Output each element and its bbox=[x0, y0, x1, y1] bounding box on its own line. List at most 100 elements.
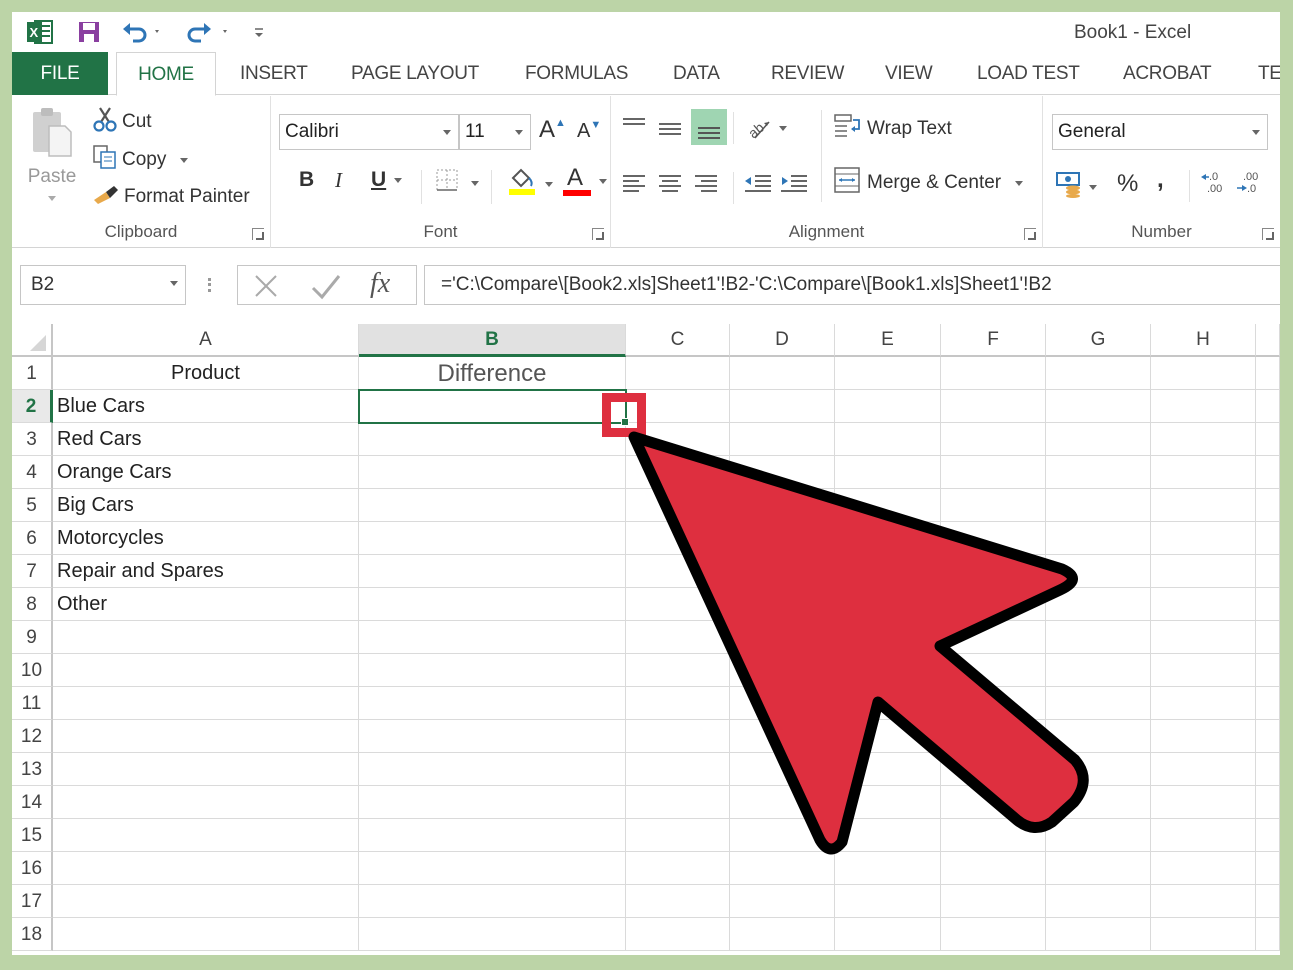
cell-a17[interactable] bbox=[53, 885, 359, 918]
decrease-indent-button[interactable] bbox=[743, 172, 773, 194]
cell-f5[interactable] bbox=[941, 489, 1046, 522]
cell-e12[interactable] bbox=[835, 720, 941, 753]
cell-h14[interactable] bbox=[1151, 786, 1256, 819]
merge-dropdown-icon[interactable] bbox=[1015, 180, 1024, 186]
cell-b13[interactable] bbox=[359, 753, 626, 786]
cell-e11[interactable] bbox=[835, 687, 941, 720]
cell-c11[interactable] bbox=[626, 687, 730, 720]
align-left-button[interactable] bbox=[621, 172, 647, 194]
shrink-font-button[interactable]: A ▼ bbox=[577, 119, 601, 143]
row-header-18[interactable]: 18 bbox=[12, 918, 53, 951]
cell-a8[interactable]: Other bbox=[53, 588, 359, 621]
cell-f4[interactable] bbox=[941, 456, 1046, 489]
cell-g12[interactable] bbox=[1046, 720, 1151, 753]
cell-a6[interactable]: Motorcycles bbox=[53, 522, 359, 555]
cut-button[interactable]: Cut bbox=[92, 106, 152, 138]
cell-c16[interactable] bbox=[626, 852, 730, 885]
cell-a16[interactable] bbox=[53, 852, 359, 885]
cell-i7[interactable] bbox=[1256, 555, 1280, 588]
cell-e7[interactable] bbox=[835, 555, 941, 588]
cell-a12[interactable] bbox=[53, 720, 359, 753]
cell-a13[interactable] bbox=[53, 753, 359, 786]
row-header-17[interactable]: 17 bbox=[12, 885, 53, 918]
enter-check-icon[interactable] bbox=[310, 272, 342, 305]
increase-indent-button[interactable] bbox=[779, 172, 809, 194]
cell-c17[interactable] bbox=[626, 885, 730, 918]
cell-b1[interactable]: Difference bbox=[359, 357, 626, 390]
cell-d9[interactable] bbox=[730, 621, 835, 654]
merge-center-button[interactable]: Merge & Center bbox=[833, 166, 1024, 200]
fill-color-button[interactable] bbox=[507, 166, 553, 202]
cell-g5[interactable] bbox=[1046, 489, 1151, 522]
customize-qat-icon[interactable] bbox=[250, 18, 268, 46]
column-header-c[interactable]: C bbox=[626, 324, 730, 357]
cell-c12[interactable] bbox=[626, 720, 730, 753]
cell-a5[interactable]: Big Cars bbox=[53, 489, 359, 522]
cell-f9[interactable] bbox=[941, 621, 1046, 654]
cell-f1[interactable] bbox=[941, 357, 1046, 390]
accounting-format-button[interactable] bbox=[1055, 170, 1097, 204]
cell-d7[interactable] bbox=[730, 555, 835, 588]
cell-c9[interactable] bbox=[626, 621, 730, 654]
cell-h5[interactable] bbox=[1151, 489, 1256, 522]
cell-f16[interactable] bbox=[941, 852, 1046, 885]
tab-view[interactable]: VIEW bbox=[885, 52, 933, 95]
cell-h4[interactable] bbox=[1151, 456, 1256, 489]
cell-a7[interactable]: Repair and Spares bbox=[53, 555, 359, 588]
column-header-f[interactable]: F bbox=[941, 324, 1046, 357]
orientation-button[interactable]: ab bbox=[745, 114, 787, 142]
cell-i5[interactable] bbox=[1256, 489, 1280, 522]
cell-c14[interactable] bbox=[626, 786, 730, 819]
cell-f8[interactable] bbox=[941, 588, 1046, 621]
cell-b14[interactable] bbox=[359, 786, 626, 819]
tab-review[interactable]: REVIEW bbox=[771, 52, 844, 95]
select-all-button[interactable] bbox=[12, 324, 53, 357]
cell-a15[interactable] bbox=[53, 819, 359, 852]
font-launcher-icon[interactable] bbox=[592, 228, 604, 240]
cell-b9[interactable] bbox=[359, 621, 626, 654]
align-center-button[interactable] bbox=[657, 172, 683, 194]
tab-formulas[interactable]: FORMULAS bbox=[525, 52, 628, 95]
column-header-a[interactable]: A bbox=[53, 324, 359, 357]
row-header-14[interactable]: 14 bbox=[12, 786, 53, 819]
cell-i13[interactable] bbox=[1256, 753, 1280, 786]
cell-b15[interactable] bbox=[359, 819, 626, 852]
borders-button[interactable] bbox=[435, 168, 479, 198]
cell-f10[interactable] bbox=[941, 654, 1046, 687]
cell-c7[interactable] bbox=[626, 555, 730, 588]
cell-g7[interactable] bbox=[1046, 555, 1151, 588]
cell-h3[interactable] bbox=[1151, 423, 1256, 456]
cell-i16[interactable] bbox=[1256, 852, 1280, 885]
row-header-2[interactable]: 2 bbox=[12, 390, 53, 423]
column-header-e[interactable]: E bbox=[835, 324, 941, 357]
grow-font-button[interactable]: A ▲ bbox=[539, 116, 566, 144]
cell-e6[interactable] bbox=[835, 522, 941, 555]
cell-h6[interactable] bbox=[1151, 522, 1256, 555]
cell-c10[interactable] bbox=[626, 654, 730, 687]
cell-f15[interactable] bbox=[941, 819, 1046, 852]
row-header-4[interactable]: 4 bbox=[12, 456, 53, 489]
cell-i14[interactable] bbox=[1256, 786, 1280, 819]
bottom-align-button[interactable] bbox=[691, 109, 727, 145]
cell-i10[interactable] bbox=[1256, 654, 1280, 687]
cell-f14[interactable] bbox=[941, 786, 1046, 819]
percent-style-button[interactable]: % bbox=[1117, 170, 1138, 198]
cell-c15[interactable] bbox=[626, 819, 730, 852]
cell-g8[interactable] bbox=[1046, 588, 1151, 621]
cell-a3[interactable]: Red Cars bbox=[53, 423, 359, 456]
cell-i18[interactable] bbox=[1256, 918, 1280, 951]
cell-g11[interactable] bbox=[1046, 687, 1151, 720]
middle-align-button[interactable] bbox=[657, 118, 683, 138]
undo-icon[interactable] bbox=[120, 18, 166, 46]
cell-h13[interactable] bbox=[1151, 753, 1256, 786]
cell-f18[interactable] bbox=[941, 918, 1046, 951]
formula-bar-splitter[interactable] bbox=[208, 278, 211, 292]
tab-data[interactable]: DATA bbox=[673, 52, 720, 95]
cell-b8[interactable] bbox=[359, 588, 626, 621]
align-right-button[interactable] bbox=[693, 172, 719, 194]
cell-e10[interactable] bbox=[835, 654, 941, 687]
cell-b11[interactable] bbox=[359, 687, 626, 720]
cell-f6[interactable] bbox=[941, 522, 1046, 555]
clipboard-launcher-icon[interactable] bbox=[252, 228, 264, 240]
cell-d13[interactable] bbox=[730, 753, 835, 786]
